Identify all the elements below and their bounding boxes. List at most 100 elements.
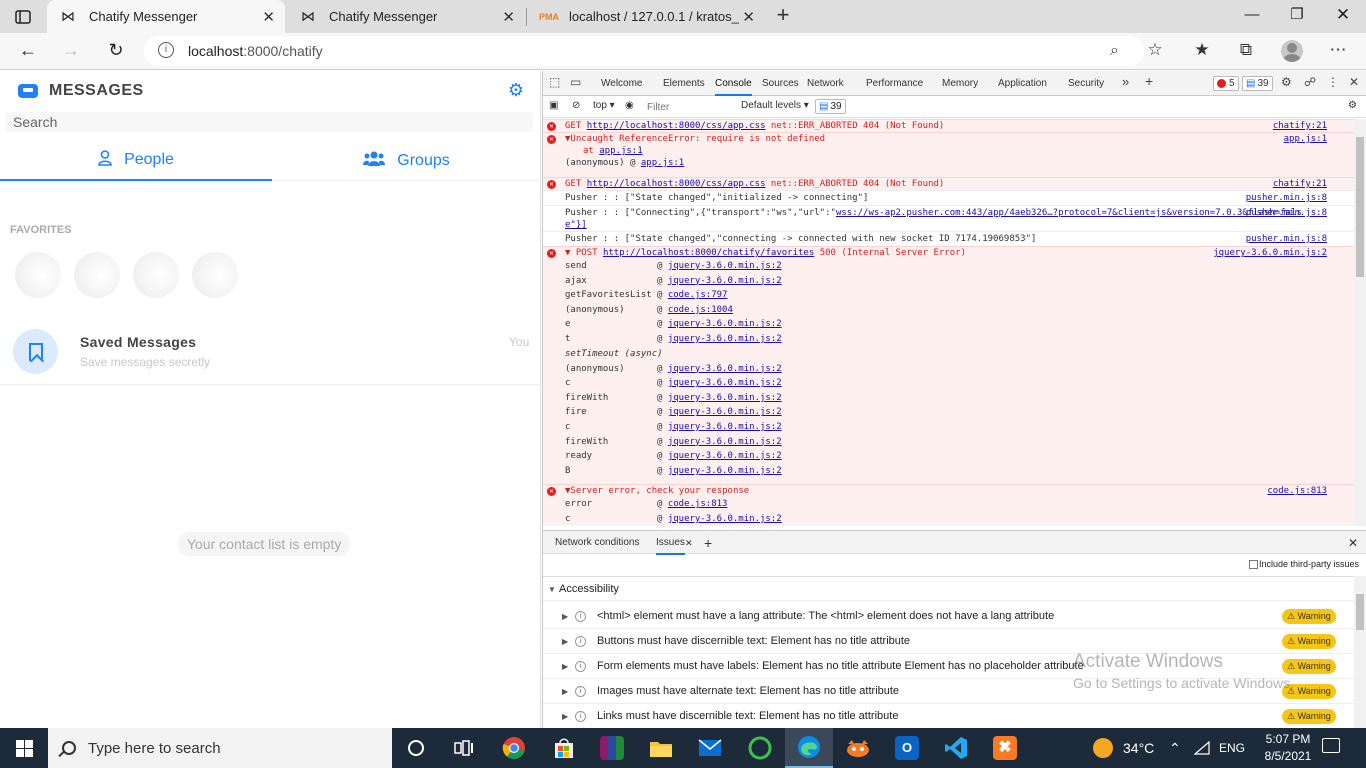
favorite-avatar-placeholder[interactable] [74, 252, 120, 298]
file-explorer-icon[interactable] [637, 728, 685, 768]
log-levels-dropdown[interactable]: Default levels ▾ [741, 100, 809, 111]
zoom-icon[interactable]: ⌕ [1110, 42, 1119, 60]
source-link[interactable]: pusher.min.js:8 [1246, 207, 1327, 219]
scrollbar-thumb[interactable] [1356, 137, 1364, 277]
task-view-icon[interactable] [440, 728, 488, 768]
request-url[interactable]: http://localhost:8000/css/app.css [587, 121, 766, 131]
saved-messages-item[interactable]: Saved Messages Save messages secretly Yo… [0, 323, 541, 385]
drawer-tab-network-conditions[interactable]: Network conditions [555, 531, 639, 555]
refresh-icon[interactable]: ↻ [103, 39, 129, 63]
browser-tab-chatify-active[interactable]: ⋈ Chatify Messenger ✕ [47, 0, 285, 33]
language-indicator[interactable]: ENG [1219, 728, 1245, 768]
connect-icon[interactable]: ☍ [1304, 75, 1316, 89]
source-link[interactable]: pusher.min.js:8 [1246, 192, 1327, 204]
stack-link[interactable]: jquery-3.6.0.min.js:2 [668, 378, 782, 388]
sidebar-toggle-icon[interactable]: ▣ [549, 100, 558, 111]
socket-url-continuation[interactable]: e"}] [565, 220, 587, 230]
more-options-icon[interactable]: ⋮ [1327, 75, 1339, 89]
stack-link[interactable]: jquery-3.6.0.min.js:2 [668, 451, 782, 461]
devtools-tab-console[interactable]: Console [715, 71, 752, 96]
tab-people[interactable]: People [0, 141, 272, 181]
restore-icon[interactable]: ❐ [1282, 4, 1312, 28]
issue-row[interactable]: ▶ i <html> element must have a lang attr… [543, 604, 1355, 629]
request-url[interactable]: http://localhost:8000/chatify/favorites [603, 248, 814, 258]
site-info-icon[interactable]: i [158, 42, 174, 58]
close-drawer-icon[interactable]: ✕ [1348, 531, 1358, 555]
clear-console-icon[interactable]: ⊘ [572, 100, 580, 111]
vscode-icon[interactable] [932, 728, 980, 768]
stack-link[interactable]: code.js:813 [668, 499, 728, 509]
close-devtools-icon[interactable]: ✕ [1349, 75, 1359, 89]
new-tab-button[interactable]: + [772, 4, 794, 28]
stack-link[interactable]: app.js:1 [641, 158, 684, 168]
browser-tab-phpmyadmin[interactable]: PMA localhost / 127.0.0.1 / kratos_db / … [527, 0, 765, 33]
console-settings-icon[interactable]: ⚙ [1348, 100, 1357, 111]
outlook-icon[interactable]: O [883, 728, 931, 768]
drawer-tab-issues[interactable]: Issues [656, 531, 685, 555]
devtools-tab-welcome[interactable]: Welcome [601, 71, 643, 96]
devtools-tab-application[interactable]: Application [998, 71, 1047, 96]
stack-link[interactable]: jquery-3.6.0.min.js:2 [668, 407, 782, 417]
source-link[interactable]: jquery-3.6.0.min.js:2 [1213, 247, 1327, 259]
start-button[interactable] [0, 728, 48, 768]
cortana-icon[interactable] [392, 728, 440, 768]
stack-link[interactable]: jquery-3.6.0.min.js:2 [668, 319, 782, 329]
error-message[interactable]: ▼Uncaught ReferenceError: require is not… [565, 134, 825, 144]
close-tab-icon[interactable]: ✕ [742, 8, 755, 26]
source-link[interactable]: pusher.min.js:8 [1246, 233, 1327, 245]
favorite-avatar-placeholder[interactable] [133, 252, 179, 298]
stack-link[interactable]: jquery-3.6.0.min.js:2 [668, 437, 782, 447]
stack-link[interactable]: app.js:1 [599, 146, 642, 156]
error-message[interactable]: ▼Server error, check your response [565, 486, 749, 496]
console-scrollbar[interactable] [1354, 119, 1366, 526]
devtools-tab-elements[interactable]: Elements [663, 71, 705, 96]
gear-icon[interactable]: ⚙ [1281, 75, 1292, 89]
favorite-avatar-placeholder[interactable] [15, 252, 61, 298]
chevron-up-icon[interactable]: ⌃ [1169, 728, 1181, 768]
source-link[interactable]: code.js:813 [1267, 485, 1327, 497]
stack-link[interactable]: jquery-3.6.0.min.js:2 [668, 261, 782, 271]
request-url[interactable]: http://localhost:8000/css/app.css [587, 179, 766, 189]
winrar-icon[interactable] [588, 728, 636, 768]
stack-link[interactable]: code.js:1004 [668, 305, 733, 315]
devtools-tab-sources[interactable]: Sources [762, 71, 799, 96]
live-expression-icon[interactable]: ◉ [625, 100, 634, 111]
browser-tab-chatify[interactable]: ⋈ Chatify Messenger ✕ [287, 0, 525, 33]
chrome-icon[interactable] [490, 728, 538, 768]
spotify-like-app-icon[interactable] [736, 728, 784, 768]
stack-link[interactable]: jquery-3.6.0.min.js:2 [668, 514, 782, 524]
stack-link[interactable]: jquery-3.6.0.min.js:2 [668, 334, 782, 344]
issues-category-accessibility[interactable]: ▼ Accessibility [543, 576, 1355, 601]
add-drawer-tab-icon[interactable]: + [704, 531, 712, 555]
source-link[interactable]: chatify:21 [1273, 120, 1327, 132]
favorite-avatar-placeholder[interactable] [192, 252, 238, 298]
error-count-badge[interactable]: 5 [1213, 76, 1239, 91]
edge-icon[interactable] [785, 728, 833, 768]
scrollbar-thumb[interactable] [1356, 594, 1364, 630]
add-tab-icon[interactable]: + [1145, 73, 1153, 89]
favorites-icon[interactable]: ★ [1190, 40, 1214, 60]
http-method[interactable]: ▼ POST [565, 248, 598, 258]
close-tab-icon[interactable]: ✕ [262, 8, 275, 26]
profile-avatar-icon[interactable] [1281, 40, 1303, 62]
mail-icon[interactable] [686, 728, 734, 768]
filter-input[interactable] [643, 100, 735, 115]
context-select[interactable]: top ▾ [593, 100, 615, 111]
close-tab-icon[interactable]: ✕ [502, 8, 515, 26]
source-link[interactable]: chatify:21 [1273, 178, 1327, 190]
tab-groups[interactable]: Groups [272, 141, 541, 181]
url-text[interactable]: localhost:8000/chatify [188, 43, 323, 59]
back-icon[interactable]: ← [15, 39, 41, 63]
more-menu-icon[interactable]: ⋯ [1326, 40, 1350, 60]
issue-row[interactable]: ▶ i Images must have alternate text: Ele… [543, 679, 1355, 704]
issue-row[interactable]: ▶ i Buttons must have discernible text: … [543, 629, 1355, 654]
gear-icon[interactable]: ⚙ [507, 81, 525, 99]
notification-center-icon[interactable] [1322, 738, 1340, 753]
devtools-tab-performance[interactable]: Performance [866, 71, 923, 96]
devtools-tab-memory[interactable]: Memory [942, 71, 978, 96]
tab-actions-icon[interactable] [8, 4, 38, 30]
stack-link[interactable]: jquery-3.6.0.min.js:2 [668, 276, 782, 286]
address-bar[interactable]: i localhost:8000/chatify ⌕ [144, 36, 1144, 66]
store-icon[interactable] [540, 728, 588, 768]
devtools-tab-security[interactable]: Security [1068, 71, 1104, 96]
